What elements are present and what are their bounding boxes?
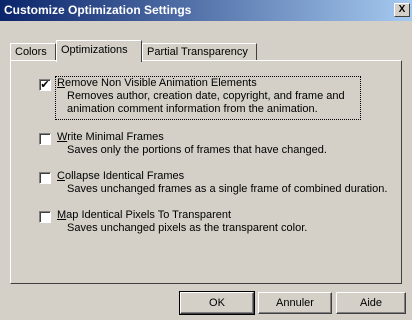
remove-non-visible-desc-line1: Removes author, creation date, copyright…	[67, 90, 345, 102]
ok-button[interactable]: OK	[179, 291, 255, 315]
map-identical-pixels-label: Map Identical Pixels To Transparent	[57, 209, 231, 222]
collapse-identical-frames-accel: C	[57, 170, 65, 182]
tab-partial-transparency[interactable]: Partial Transparency	[142, 43, 257, 61]
remove-non-visible-label-text: emove Non Visible Animation Elements	[64, 77, 257, 89]
write-minimal-frames-checkbox[interactable]	[39, 133, 51, 145]
collapse-identical-frames-label-text: ollapse Identical Frames	[64, 170, 185, 182]
tab-colors[interactable]: Colors	[10, 43, 56, 61]
remove-non-visible-label: Remove Non Visible Animation Elements	[57, 77, 257, 90]
tab-panel-optimizations: ✔ Remove Non Visible Animation Elements …	[10, 60, 402, 284]
tab-partial-transparency-label: Partial Transparency	[147, 46, 248, 58]
cancel-button[interactable]: Annuler	[258, 292, 332, 314]
remove-non-visible-checkbox[interactable]: ✔	[39, 79, 51, 91]
remove-non-visible-accel: R	[57, 77, 65, 89]
title-bar[interactable]: Customize Optimization Settings X	[0, 0, 412, 21]
write-minimal-frames-desc: Saves only the portions of frames that h…	[67, 144, 327, 156]
close-icon[interactable]: X	[394, 3, 410, 17]
tab-colors-label: Colors	[15, 46, 47, 58]
map-identical-pixels-checkbox[interactable]	[39, 211, 51, 223]
help-button[interactable]: Aide	[336, 292, 406, 314]
map-identical-pixels-desc: Saves unchanged pixels as the transparen…	[67, 222, 308, 234]
write-minimal-frames-label: Write Minimal Frames	[57, 131, 164, 144]
write-minimal-frames-accel: W	[57, 131, 68, 143]
collapse-identical-frames-desc: Saves unchanged frames as a single frame…	[67, 183, 388, 195]
collapse-identical-frames-checkbox[interactable]	[39, 172, 51, 184]
remove-non-visible-desc-line2: animation comment information from the a…	[67, 103, 318, 115]
collapse-identical-frames-label: Collapse Identical Frames	[57, 170, 184, 183]
tab-optimizations[interactable]: Optimizations	[56, 40, 142, 62]
map-identical-pixels-label-text: ap Identical Pixels To Transparent	[66, 209, 232, 221]
window-title: Customize Optimization Settings	[4, 3, 192, 17]
write-minimal-frames-label-text: rite Minimal Frames	[67, 131, 164, 143]
tab-optimizations-label: Optimizations	[61, 44, 128, 56]
map-identical-pixels-accel: M	[57, 209, 67, 221]
dialog-window: Customize Optimization Settings X Colors…	[0, 0, 412, 320]
